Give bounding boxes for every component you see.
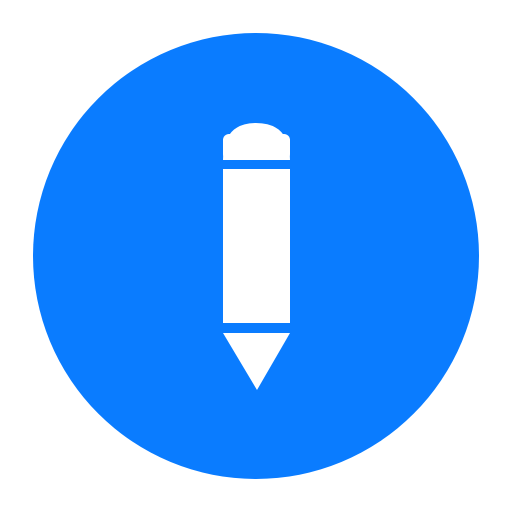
pencil-eraser-band (223, 134, 290, 160)
pencil-body (223, 169, 290, 323)
edit-button-graphic (33, 33, 479, 479)
edit-button[interactable] (33, 33, 479, 479)
app-icon-canvas (0, 0, 512, 512)
